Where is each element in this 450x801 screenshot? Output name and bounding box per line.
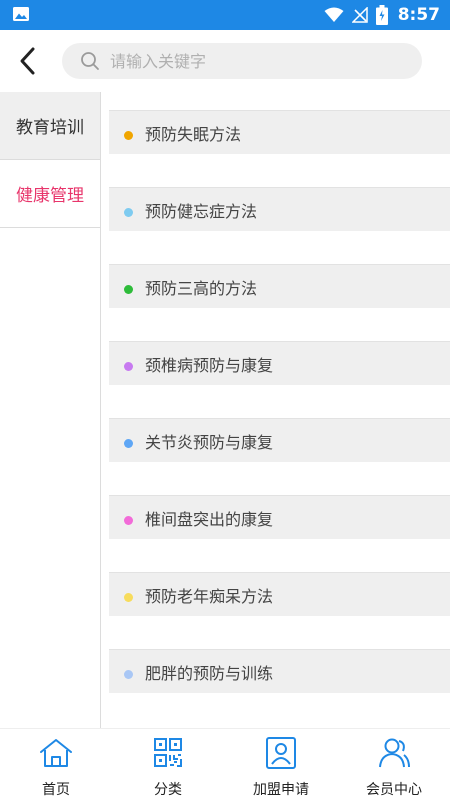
list-item[interactable]: 预防老年痴呆方法 <box>109 572 450 616</box>
list-item[interactable]: 关节炎预防与康复 <box>109 418 450 462</box>
signal-icon <box>351 7 368 23</box>
category-label: 健康管理 <box>16 186 84 206</box>
battery-icon <box>375 5 388 25</box>
bullet-dot <box>124 284 133 294</box>
tab-home[interactable]: 首页 <box>0 729 112 801</box>
tab-category[interactable]: 分类 <box>112 729 224 801</box>
list-item-label: 预防三高的方法 <box>145 278 258 298</box>
back-arrow-icon[interactable] <box>14 44 42 78</box>
list-item[interactable]: 肥胖的预防与训练 <box>109 649 450 693</box>
list-item-label: 肥胖的预防与训练 <box>145 663 274 683</box>
list-item[interactable]: 预防失眠方法 <box>109 110 450 154</box>
category-education[interactable]: 教育培训 <box>0 92 100 160</box>
header <box>0 30 450 92</box>
category-health[interactable]: 健康管理 <box>0 160 100 228</box>
bullet-dot <box>124 669 133 679</box>
bullet-dot <box>124 207 133 217</box>
user-card-icon <box>266 737 296 769</box>
list-item[interactable]: 椎间盘突出的康复 <box>109 495 450 539</box>
bullet-dot <box>124 438 133 448</box>
bottom-tab-bar: 首页 分类 加盟申请 会员中心 <box>0 728 450 801</box>
list-item-label: 预防健忘症方法 <box>145 201 258 221</box>
category-sidebar: 教育培训 健康管理 <box>0 92 101 728</box>
status-time: 8:57 <box>397 5 440 25</box>
tab-member-center[interactable]: 会员中心 <box>338 729 450 801</box>
bullet-dot <box>124 361 133 371</box>
search-bar[interactable] <box>62 43 422 79</box>
wifi-icon <box>324 7 344 22</box>
category-label: 教育培训 <box>16 118 84 138</box>
tab-join-application[interactable]: 加盟申请 <box>225 729 337 801</box>
home-icon <box>40 739 72 767</box>
users-icon <box>379 738 410 768</box>
list-item-label: 关节炎预防与康复 <box>145 432 274 452</box>
article-list: 预防失眠方法 预防健忘症方法 预防三高的方法 颈椎病预防与康复 关节炎预防与康复… <box>109 92 450 728</box>
search-input[interactable] <box>108 50 402 72</box>
qr-grid-icon <box>154 738 182 767</box>
search-icon <box>81 52 99 70</box>
status-bar: 8:57 <box>0 0 450 30</box>
tab-label: 加盟申请 <box>253 782 309 798</box>
tab-label: 分类 <box>154 782 182 798</box>
bullet-dot <box>124 592 133 602</box>
list-item[interactable]: 预防三高的方法 <box>109 264 450 308</box>
bullet-dot <box>124 515 133 525</box>
bullet-dot <box>124 130 133 140</box>
list-item[interactable]: 预防健忘症方法 <box>109 187 450 231</box>
image-icon <box>13 7 29 21</box>
list-item-label: 预防失眠方法 <box>145 124 242 144</box>
list-item[interactable]: 颈椎病预防与康复 <box>109 341 450 385</box>
list-item-label: 颈椎病预防与康复 <box>145 355 274 375</box>
tab-label: 首页 <box>42 782 70 798</box>
list-item-label: 椎间盘突出的康复 <box>145 509 274 529</box>
list-item-label: 预防老年痴呆方法 <box>145 586 274 606</box>
tab-label: 会员中心 <box>366 782 422 798</box>
